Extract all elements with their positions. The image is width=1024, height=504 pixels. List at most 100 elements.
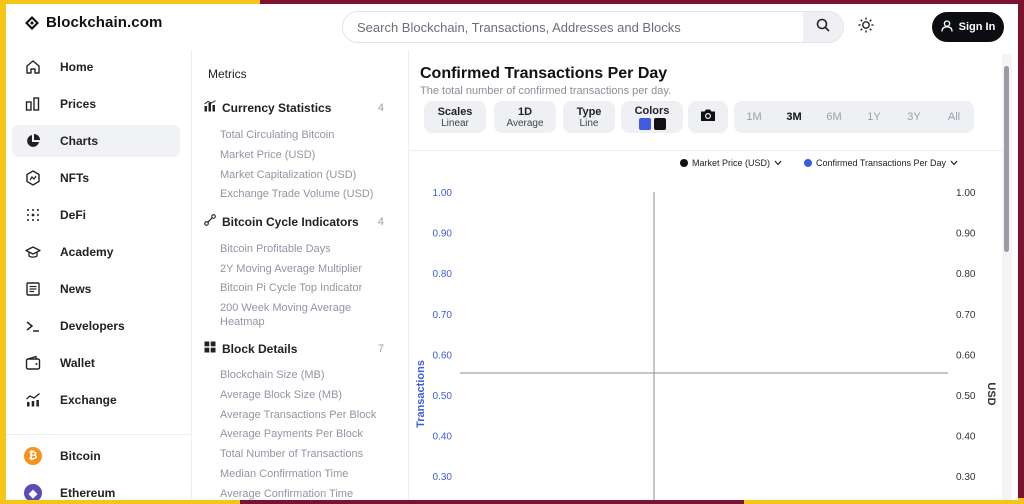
y-tick-label-right: 0.50 [956, 391, 976, 402]
chart-plot-area[interactable]: 1.00 0.90 0.80 0.70 0.60 0.50 0.40 0.30 1.00 0.9… [410, 170, 1002, 500]
metric-link[interactable]: Average Block Size (MB) [220, 388, 400, 402]
sidebar: Home Prices Charts NFTs DeFi Academy New… [6, 50, 192, 500]
metric-link[interactable]: Total Number of Transactions [220, 447, 400, 461]
metric-link[interactable]: Average Transactions Per Block [220, 408, 400, 422]
sidebar-item-label: Developers [60, 319, 125, 333]
metric-link[interactable]: Market Price (USD) [220, 148, 400, 162]
sidebar-item-defi[interactable]: DeFi [12, 199, 180, 231]
range-1y-button[interactable]: 1Y [854, 111, 894, 123]
metric-link[interactable]: Total Circulating Bitcoin [220, 128, 400, 142]
interval-control[interactable]: 1D Average [494, 101, 556, 133]
legend-item-market-price[interactable]: Market Price (USD) [680, 158, 782, 168]
metrics-panel: Metrics Currency Statistics 4 Total Circ… [193, 50, 409, 500]
sidebar-item-ethereum[interactable]: ◆ Ethereum [12, 477, 180, 500]
search-bar [342, 11, 844, 43]
chevron-down-icon [950, 158, 958, 168]
color-swatch-blue[interactable] [638, 117, 651, 130]
terminal-icon [24, 317, 42, 335]
wallet-icon [24, 354, 42, 372]
sidebar-item-academy[interactable]: Academy [12, 236, 180, 268]
metric-group-block[interactable]: Block Details 7 [204, 340, 384, 358]
color-swatch-black[interactable] [653, 117, 666, 130]
sidebar-item-nfts[interactable]: NFTs [12, 162, 180, 194]
chart-subtitle: The total number of confirmed transactio… [420, 85, 672, 97]
metric-group-title: Block Details [222, 342, 298, 356]
metric-link[interactable]: 2Y Moving Average Multiplier [220, 262, 400, 276]
chart-panel: Confirmed Transactions Per Day The total… [410, 50, 1002, 500]
blockchain-logo-icon [24, 15, 40, 31]
range-all-button[interactable]: All [934, 111, 974, 123]
metric-link[interactable]: Exchange Trade Volume (USD) [220, 187, 400, 201]
y-tick-label-right: 0.70 [956, 310, 976, 321]
metric-link[interactable]: Average Payments Per Block [220, 427, 400, 441]
metric-group-title: Currency Statistics [222, 101, 332, 115]
scales-value: Linear [441, 117, 469, 129]
metric-group-count: 4 [377, 102, 384, 114]
metric-link[interactable]: Market Capitalization (USD) [220, 168, 400, 182]
type-value: Line [579, 117, 599, 129]
pie-chart-icon [24, 132, 42, 150]
search-icon [816, 18, 830, 37]
range-3m-button[interactable]: 3M [774, 111, 814, 123]
metric-link[interactable]: Bitcoin Profitable Days [220, 242, 400, 256]
metric-link[interactable]: Bitcoin Pi Cycle Top Indicator [220, 281, 400, 295]
interval-label: 1D [517, 105, 533, 118]
range-1m-button[interactable]: 1M [734, 111, 774, 123]
sidebar-item-bitcoin[interactable]: ₿ Bitcoin [12, 440, 180, 472]
y-tick-label-left: 0.40 [433, 432, 453, 443]
y-axis-label-left: Transactions [415, 360, 427, 428]
metric-group-currency[interactable]: Currency Statistics 4 [204, 99, 384, 117]
time-range-selector: 1M 3M 6M 1Y 3Y All [734, 101, 974, 133]
metric-link[interactable]: Median Confirmation Time [220, 467, 400, 481]
search-input[interactable] [343, 12, 805, 42]
range-6m-button[interactable]: 6M [814, 111, 854, 123]
sidebar-item-label: Wallet [60, 356, 95, 370]
range-3y-button[interactable]: 3Y [894, 111, 934, 123]
brand-logo[interactable]: Blockchain.com [24, 14, 162, 31]
screenshot-button[interactable] [688, 101, 728, 133]
top-header: Blockchain.com Search Blockchain, Transa… [6, 4, 1018, 50]
sidebar-item-prices[interactable]: Prices [12, 88, 180, 120]
colors-control[interactable]: Colors [621, 101, 683, 133]
metric-group-cycle[interactable]: Bitcoin Cycle Indicators 4 [204, 213, 384, 231]
newspaper-icon [24, 280, 42, 298]
colors-label: Colors [634, 104, 670, 117]
sidebar-item-wallet[interactable]: Wallet [12, 347, 180, 379]
y-tick-label-right: 0.80 [956, 269, 976, 280]
sidebar-item-label: News [60, 282, 92, 296]
y-tick-label-right: 0.90 [956, 229, 976, 240]
sidebar-item-charts[interactable]: Charts [12, 125, 180, 157]
legend-label: Confirmed Transactions Per Day [816, 158, 947, 168]
metric-group-count: 4 [377, 216, 384, 228]
sidebar-item-label: Academy [60, 245, 114, 259]
y-tick-label-left: 0.30 [433, 472, 453, 483]
y-tick-label-right: 0.40 [956, 432, 976, 443]
sidebar-item-label: Prices [60, 97, 97, 111]
sidebar-item-label: Ethereum [60, 486, 116, 500]
legend-item-transactions[interactable]: Confirmed Transactions Per Day [804, 158, 958, 168]
sign-in-button[interactable]: Sign In [932, 12, 1004, 42]
sidebar-item-news[interactable]: News [12, 273, 180, 305]
metric-link[interactable]: Blockchain Size (MB) [220, 368, 400, 382]
home-icon [24, 58, 42, 76]
y-tick-label-left: 1.00 [433, 188, 453, 199]
search-button[interactable] [803, 12, 843, 42]
metric-link[interactable]: Average Confirmation Time [220, 487, 400, 500]
exchange-chart-icon [24, 391, 42, 409]
chart-divider [410, 150, 1002, 151]
scrollbar-thumb[interactable] [1004, 66, 1009, 252]
bitcoin-icon: ₿ [24, 447, 42, 465]
y-tick-label-left: 0.50 [433, 391, 453, 402]
sidebar-divider [6, 434, 192, 435]
sidebar-item-exchange[interactable]: Exchange [12, 384, 180, 416]
metrics-title: Metrics [208, 67, 247, 81]
sidebar-item-developers[interactable]: Developers [12, 310, 180, 342]
page-scrollbar[interactable] [1002, 54, 1012, 500]
type-control[interactable]: Type Line [563, 101, 615, 133]
scales-control[interactable]: Scales Linear [424, 101, 486, 133]
y-tick-label-right: 0.60 [956, 350, 976, 361]
theme-toggle-button[interactable] [856, 17, 876, 37]
type-label: Type [576, 105, 602, 118]
sidebar-item-home[interactable]: Home [12, 51, 180, 83]
metric-link[interactable]: 200 Week Moving Average Heatmap [220, 301, 370, 329]
